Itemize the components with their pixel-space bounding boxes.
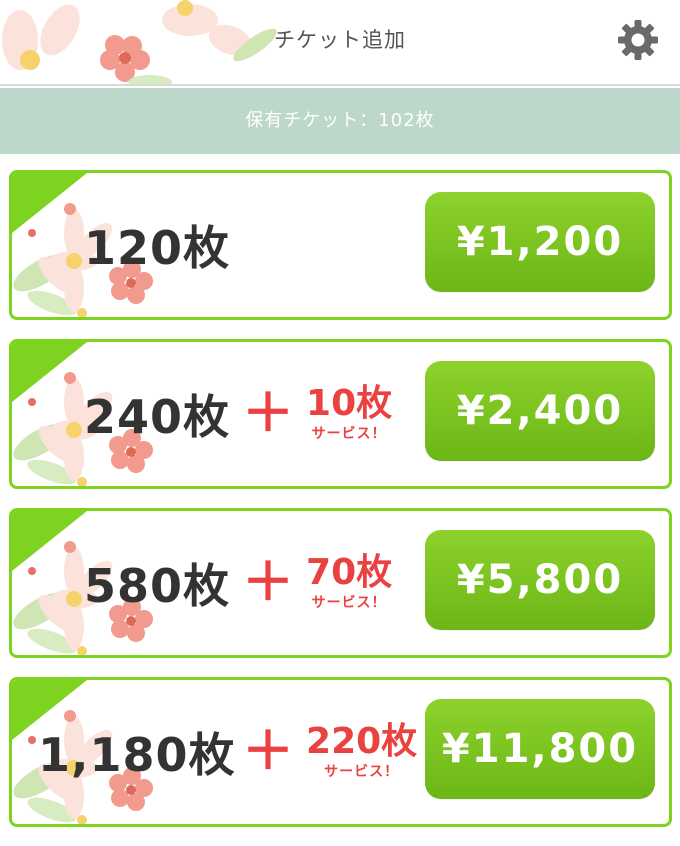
package-quantity: 580枚 — [84, 559, 231, 613]
bonus-amount: 70枚 — [306, 552, 393, 594]
ticket-package-card: 1,180枚 ＋ 220枚 サービス！ ¥11,800 — [9, 677, 672, 827]
app-header: チケット追加 — [0, 0, 680, 86]
bonus-badge: ＋ 220枚 サービス！ — [242, 680, 417, 824]
bonus-badge: ＋ 10枚 サービス！ — [242, 342, 392, 486]
bonus-amount: 220枚 — [306, 721, 418, 763]
ticket-balance-bar: 保有チケット：102枚 — [0, 88, 680, 154]
bonus-label: サービス！ — [311, 594, 387, 611]
ticket-package-card: 580枚 ＋ 70枚 サービス！ ¥5,800 — [9, 508, 672, 658]
bonus-label: サービス！ — [311, 425, 387, 442]
package-quantity: 1,180枚 — [38, 728, 236, 782]
plus-sign: ＋ — [242, 722, 295, 782]
package-quantity: 120枚 — [84, 221, 231, 275]
ticket-package-card: 240枚 ＋ 10枚 サービス！ ¥2,400 — [9, 339, 672, 489]
bonus-amount: 10枚 — [306, 383, 393, 425]
page-title: チケット追加 — [274, 28, 406, 52]
gear-icon[interactable] — [616, 18, 660, 62]
price-button[interactable]: ¥11,800 — [425, 699, 655, 799]
package-quantity: 240枚 — [84, 390, 231, 444]
ticket-package-card: 120枚 ¥1,200 — [9, 170, 672, 320]
price-button[interactable]: ¥5,800 — [425, 530, 655, 630]
plus-sign: ＋ — [242, 384, 295, 444]
bonus-label: サービス！ — [324, 763, 400, 780]
price-button[interactable]: ¥2,400 — [425, 361, 655, 461]
price-button[interactable]: ¥1,200 — [425, 192, 655, 292]
bonus-badge: ＋ 70枚 サービス！ — [242, 511, 392, 655]
ticket-balance-text: 保有チケット：102枚 — [245, 110, 435, 131]
plus-sign: ＋ — [242, 553, 295, 613]
